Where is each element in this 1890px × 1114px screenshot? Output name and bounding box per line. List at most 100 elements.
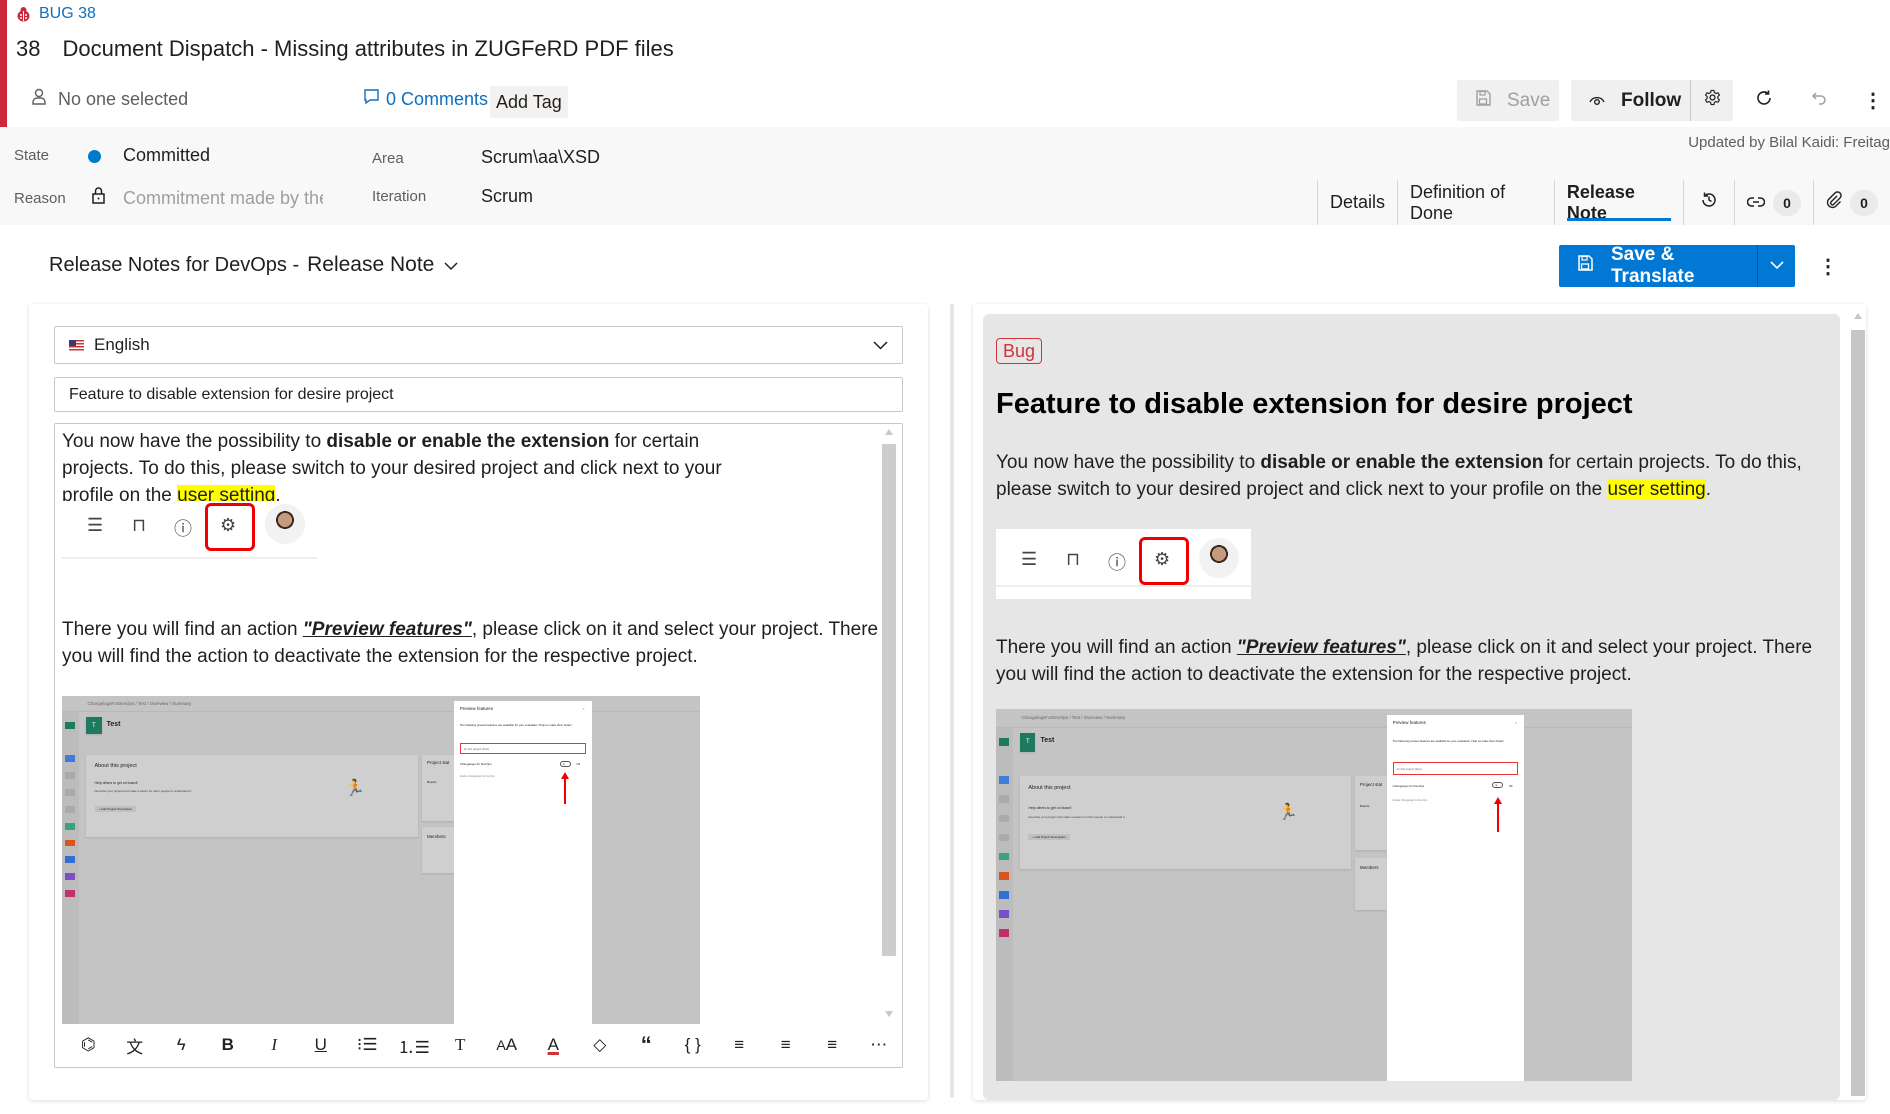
shot-boards: Boards bbox=[1359, 804, 1370, 809]
tab-release-note[interactable]: Release Note bbox=[1553, 180, 1683, 225]
shopping-bag-icon: ⊓ bbox=[1066, 549, 1081, 569]
tab-definition-of-done[interactable]: Definition of Done bbox=[1397, 180, 1554, 225]
font-size-icon[interactable]: AA bbox=[484, 1035, 531, 1055]
align-left-icon[interactable]: ≡ bbox=[716, 1035, 763, 1055]
shot-boards: Boards bbox=[427, 779, 437, 784]
shot-sidebar-icon bbox=[65, 738, 76, 746]
release-note-title-input[interactable] bbox=[54, 377, 903, 412]
save-translate-dropdown[interactable] bbox=[1757, 245, 1795, 287]
preview-scroll-up[interactable] bbox=[1854, 313, 1862, 319]
follow-button[interactable]: Follow bbox=[1571, 80, 1691, 121]
italic-icon[interactable]: I bbox=[251, 1035, 298, 1055]
tab-details[interactable]: Details bbox=[1317, 180, 1397, 225]
preview-toolbar-image: ☰ ⊓ ⓘ ⚙ bbox=[996, 529, 1251, 599]
rich-text-editor[interactable]: You now have the possibility to disable … bbox=[54, 423, 903, 1068]
shot-about-sub: Help others to get on board! bbox=[1028, 805, 1072, 810]
links-count: 0 bbox=[1773, 189, 1801, 216]
shot-pane-desc: The following preview features are avail… bbox=[459, 722, 572, 727]
us-flag-icon bbox=[69, 339, 84, 351]
follow-settings-button[interactable] bbox=[1691, 80, 1733, 121]
work-item-type-label[interactable]: BUG 38 bbox=[39, 5, 96, 23]
shot-toggle: ● bbox=[559, 760, 571, 767]
shot-toggle: ● bbox=[1492, 782, 1504, 789]
preview-title: Feature to disable extension for desire … bbox=[996, 388, 1633, 420]
refresh-button[interactable] bbox=[1744, 80, 1784, 121]
shot-about-title: About this project bbox=[94, 763, 137, 770]
tab-history[interactable] bbox=[1683, 180, 1734, 225]
shot-sidebar-icon bbox=[999, 738, 1010, 746]
shot-pane-close: × bbox=[1514, 720, 1518, 726]
shot-pane-select: for this project [Test] bbox=[459, 742, 587, 755]
assignee-picker[interactable]: No one selected bbox=[32, 88, 188, 110]
shot-about-card: About this project Help others to get on … bbox=[1020, 775, 1351, 869]
shot-illustration: 🏃 bbox=[1278, 803, 1298, 821]
lightning-icon[interactable]: ϟ bbox=[158, 1035, 205, 1055]
preview-embedded-screenshot: ChangelogsForDevOps / Test / Overview / … bbox=[996, 709, 1632, 1081]
section-more-button[interactable]: ⋮ bbox=[1818, 254, 1838, 279]
state-label: State bbox=[14, 147, 50, 164]
align-right-icon[interactable]: ≡ bbox=[809, 1035, 856, 1055]
shot-sidebar-icon bbox=[999, 890, 1010, 899]
shot-illustration: 🏃 bbox=[344, 779, 365, 797]
align-center-icon[interactable]: ≡ bbox=[763, 1035, 810, 1055]
tab-links[interactable]: 0 bbox=[1734, 180, 1813, 225]
shot-about-desc: Describe your project and make it easier… bbox=[94, 789, 192, 794]
tab-attachments[interactable]: 0 bbox=[1813, 180, 1890, 225]
shot-sidebar-icon bbox=[999, 814, 1010, 823]
shot-feature-desc: Enable Changelogs for DevOps bbox=[1392, 798, 1428, 802]
language-dropdown[interactable]: English bbox=[54, 326, 903, 364]
revert-button[interactable] bbox=[1800, 80, 1840, 121]
shot-about-desc: Describe your project and make it easier… bbox=[1028, 815, 1126, 819]
clear-format-icon[interactable]: ◇ bbox=[577, 1035, 624, 1055]
quote-icon[interactable]: “ bbox=[623, 1032, 670, 1058]
preview-scrollbar[interactable] bbox=[1851, 330, 1865, 1096]
shot-sidebar-icon bbox=[999, 795, 1010, 804]
shot-members: Members bbox=[1359, 865, 1379, 871]
bold-icon[interactable]: B bbox=[205, 1035, 252, 1055]
translate-icon[interactable]: ⽂ bbox=[112, 1033, 159, 1058]
help-icon: ⓘ bbox=[1108, 553, 1126, 573]
underline-icon[interactable]: U bbox=[298, 1035, 345, 1055]
scroll-up-arrow[interactable] bbox=[885, 429, 893, 435]
release-notes-header: Release Notes for DevOps - Release Note bbox=[49, 253, 458, 277]
panel-splitter[interactable] bbox=[950, 304, 954, 1098]
add-tag-button[interactable]: Add Tag bbox=[490, 86, 568, 118]
state-dropdown[interactable]: Committed bbox=[123, 145, 210, 166]
work-item-title[interactable]: Document Dispatch - Missing attributes i… bbox=[62, 36, 673, 62]
shot-breadcrumb: ChangelogsForDevOps / Test / Overview / … bbox=[996, 709, 1632, 728]
shot-add-desc: + Add Project Description bbox=[94, 805, 137, 812]
highlight-box bbox=[1139, 537, 1189, 585]
embedded-toolbar-image: ☰ ⊓ ⓘ ⚙ bbox=[62, 501, 317, 559]
editor-paragraph-1: You now have the possibility to disable … bbox=[62, 431, 722, 506]
release-note-selector[interactable]: Release Note bbox=[307, 253, 458, 277]
preview-scroll-down[interactable] bbox=[1854, 1087, 1862, 1093]
numbered-list-icon[interactable]: ⒈☰ bbox=[391, 1033, 438, 1058]
font-color-icon[interactable]: A bbox=[530, 1035, 577, 1055]
shot-project-badge: T bbox=[86, 717, 102, 734]
shot-sidebar-icon bbox=[65, 856, 76, 864]
shot-pane-close: × bbox=[582, 705, 585, 711]
code-icon[interactable]: { } bbox=[670, 1035, 717, 1055]
save-translate-label: Save & Translate bbox=[1611, 244, 1695, 287]
updated-by-text[interactable]: Updated by Bilal Kaidi: Freitag bbox=[1688, 134, 1890, 151]
shot-toggle-state: Off bbox=[576, 762, 581, 767]
more-actions-button[interactable]: ⋮ bbox=[1853, 80, 1890, 121]
save-translate-button[interactable]: Save & Translate bbox=[1559, 244, 1757, 287]
editor-scrollbar[interactable] bbox=[882, 444, 896, 956]
comments-count: 0 Comments bbox=[386, 88, 489, 109]
scroll-down-arrow[interactable] bbox=[885, 1011, 893, 1017]
comments-link[interactable]: 0 Comments bbox=[363, 88, 488, 110]
more-icon[interactable]: ⋯ bbox=[856, 1035, 903, 1055]
reason-field[interactable]: Commitment made by the bbox=[123, 188, 323, 209]
shot-pane-title: Preview features bbox=[459, 705, 494, 711]
text-style-icon[interactable]: T bbox=[437, 1035, 484, 1055]
state-dot-icon bbox=[88, 150, 101, 163]
ai-icon[interactable]: ⌬ bbox=[65, 1035, 112, 1055]
avatar bbox=[265, 504, 305, 544]
iteration-field[interactable]: Scrum bbox=[481, 186, 533, 207]
area-field[interactable]: Scrum\aa\XSD bbox=[481, 147, 600, 168]
bullet-list-icon[interactable]: ⁝☰ bbox=[344, 1035, 391, 1055]
save-button[interactable]: Save bbox=[1457, 80, 1559, 121]
assignee-label: No one selected bbox=[58, 88, 189, 109]
shot-preview-pane: Preview features × The following preview f… bbox=[1387, 714, 1524, 1081]
